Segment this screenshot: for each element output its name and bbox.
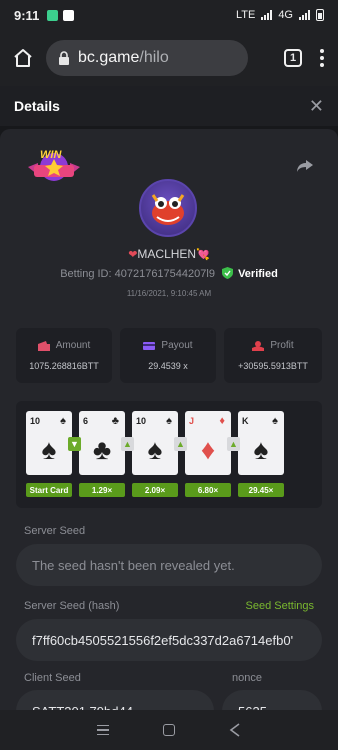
payout-stat: Payout 29.4539 x — [120, 328, 216, 383]
signal-type: LTE — [235, 9, 256, 21]
back-button-icon[interactable] — [229, 723, 241, 737]
server-hash-label: Server Seed (hash) — [24, 600, 120, 612]
card-tag: 6.80× — [185, 483, 231, 497]
server-seed-label: Server Seed — [24, 525, 86, 537]
betting-id-label: Betting ID: — [60, 268, 112, 280]
avatar — [139, 179, 197, 237]
username: MACLHEN — [137, 247, 197, 261]
cards-history: 10 ♠ ♠ Start Card 6 ♣ ♣ ▼ 1.29× 10 ♠ ♠ ▲… — [16, 401, 322, 508]
card-rank: 10 — [136, 416, 147, 426]
share-icon[interactable] — [296, 159, 314, 178]
heart-icon-2: 💘 — [196, 249, 210, 261]
amount-stat: Amount 1075.268816BTT — [16, 328, 112, 383]
url-host: bc.game — [78, 49, 140, 66]
client-seed-label: Client Seed — [24, 672, 81, 684]
card-suit-small: ♠ — [60, 415, 66, 427]
details-title: Details — [14, 98, 60, 114]
network-type: 4G — [278, 9, 293, 21]
status-time: 9:11 — [14, 7, 40, 23]
signal-icon-2 — [299, 10, 310, 20]
username-row: ❤MACLHEN💘 — [0, 247, 338, 261]
card-suit-big: ♠ — [253, 434, 269, 465]
verified-label: Verified — [238, 268, 278, 280]
card-tag: 2.09× — [132, 483, 178, 497]
recent-apps-button[interactable] — [97, 724, 109, 736]
nonce-label: nonce — [232, 672, 262, 684]
lock-icon — [58, 51, 70, 65]
client-seed-field[interactable]: SATT301.79bd44 — [16, 690, 214, 711]
betting-id-row: Betting ID: 407217617544207l9 Verified — [0, 267, 338, 280]
lower-arrow-icon: ▼ — [68, 437, 81, 451]
server-seed-field[interactable]: The seed hasn't been revealed yet. — [16, 544, 322, 586]
card-rank: 10 — [30, 416, 41, 426]
server-hash-field[interactable]: f7ff60cb4505521556f2ef5dc337d2a6714efb0' — [16, 619, 322, 661]
wallet-icon — [37, 340, 50, 351]
card-suit-small: ♠ — [166, 415, 172, 427]
card-suit-big: ♠ — [147, 434, 163, 465]
gmail-notification-icon — [63, 9, 75, 21]
amount-value: 1075.268816BTT — [29, 361, 99, 371]
address-bar[interactable]: bc.game/hilo — [46, 40, 248, 76]
card: 10 ♠ ♠ — [132, 411, 178, 475]
battery-icon — [316, 9, 324, 21]
url-path: /hilo — [139, 49, 169, 66]
status-bar: 9:11 LTE 4G — [0, 0, 338, 30]
home-button[interactable] — [10, 45, 36, 71]
profit-stat: Profit +30595.5913BTT — [224, 328, 322, 383]
win-badge: WIN — [26, 147, 82, 187]
seed-settings-link[interactable]: Seed Settings — [246, 600, 315, 612]
payout-value: 29.4539 x — [148, 361, 188, 371]
card-suit-big: ♣ — [92, 434, 112, 465]
nonce-field[interactable]: 5635 — [222, 690, 322, 711]
card-rank: 6 — [83, 416, 89, 426]
higher-arrow-icon: ▲ — [121, 437, 134, 451]
win-badge-label: WIN — [40, 149, 62, 161]
profit-label: Profit — [270, 340, 294, 351]
home-icon — [14, 49, 32, 67]
bet-details-panel: WIN ❤MACLHEN💘 Betting ID: 40721761754420… — [0, 129, 338, 711]
coins-icon — [252, 340, 265, 351]
higher-arrow-icon: ▲ — [227, 437, 240, 451]
overflow-menu-icon[interactable] — [320, 49, 324, 67]
system-home-button[interactable] — [163, 724, 175, 736]
browser-toolbar: bc.game/hilo 1 — [0, 30, 338, 86]
system-nav-bar — [0, 710, 338, 750]
amount-label: Amount — [55, 340, 91, 351]
card-icon — [143, 341, 156, 350]
card: K ♠ ♠ — [238, 411, 284, 475]
card-suit-big: ♠ — [41, 434, 57, 465]
tab-switcher-button[interactable]: 1 — [284, 49, 302, 67]
bet-datetime: 11/16/2021, 9:10:45 AM — [126, 289, 212, 298]
payout-label: Payout — [161, 340, 193, 351]
card-tag: 29.45× — [238, 483, 284, 497]
card-suit-small: ♦ — [219, 415, 225, 427]
card: 10 ♠ ♠ — [26, 411, 72, 475]
card-suit-big: ♦ — [200, 434, 216, 465]
signal-icon — [261, 10, 273, 20]
card-rank: J — [189, 416, 195, 426]
card: J ♦ ♦ — [185, 411, 231, 475]
card-suit-small: ♣ — [111, 415, 119, 427]
card: 6 ♣ ♣ — [79, 411, 125, 475]
card-tag: Start Card — [26, 483, 72, 497]
card-rank: K — [242, 416, 249, 426]
card-suit-small: ♠ — [272, 415, 278, 427]
verified-shield-icon — [222, 267, 233, 279]
close-icon[interactable]: ✕ — [309, 96, 324, 117]
betting-id: 407217617544207l9 — [114, 268, 215, 280]
higher-arrow-icon: ▲ — [174, 437, 187, 451]
details-header: Details ✕ — [0, 86, 338, 126]
card-tag: 1.29× — [79, 483, 125, 497]
profit-value: +30595.5913BTT — [238, 361, 308, 371]
app-notification-icon — [47, 9, 59, 21]
